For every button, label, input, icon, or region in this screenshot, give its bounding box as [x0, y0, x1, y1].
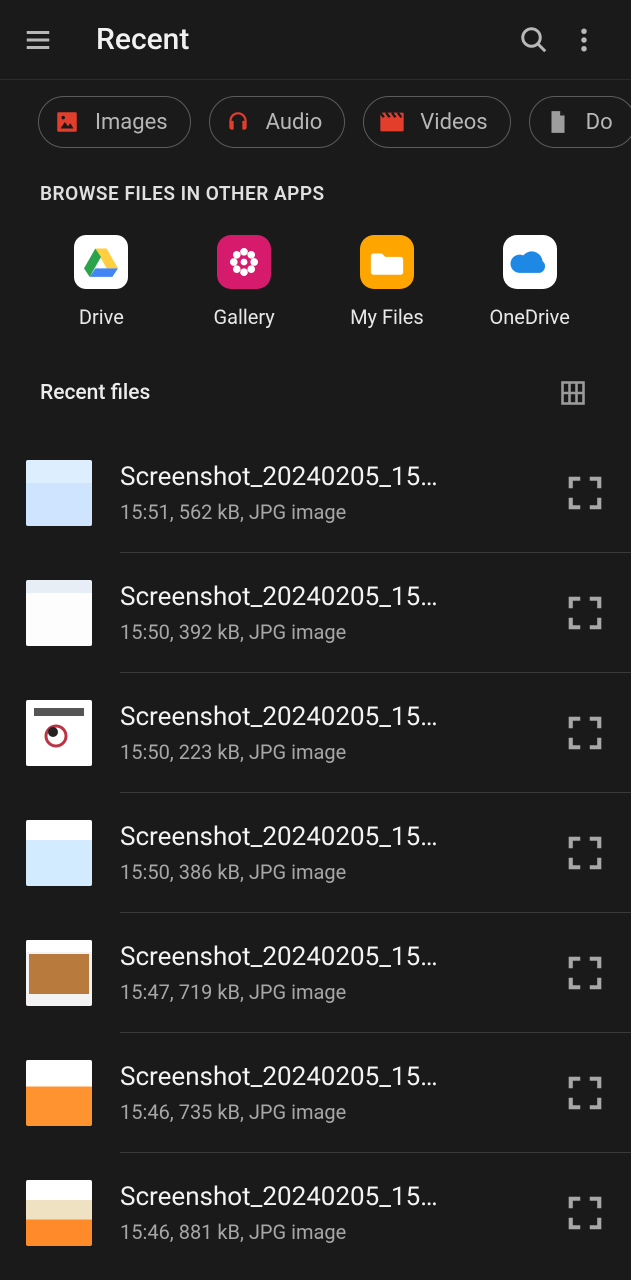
file-row[interactable]: Screenshot_20240205_15… 15:50, 392 kB, J…	[26, 553, 631, 673]
file-row[interactable]: Screenshot_20240205_15… 15:50, 386 kB, J…	[26, 793, 631, 913]
expand-icon	[566, 474, 604, 512]
file-name: Screenshot_20240205_15…	[120, 582, 529, 612]
filter-chip-audio[interactable]: Audio	[209, 96, 346, 148]
document-icon	[544, 108, 572, 136]
file-text: Screenshot_20240205_15… 15:51, 562 kB, J…	[120, 433, 539, 553]
expand-icon	[566, 1194, 604, 1232]
app-label: OneDrive	[489, 305, 569, 329]
app-label: Gallery	[214, 305, 275, 329]
file-meta: 15:46, 735 kB, JPG image	[120, 1100, 529, 1124]
browse-apps-row: Drive Gallery My Files OneDrive	[0, 205, 631, 339]
menu-button[interactable]	[22, 24, 54, 56]
app-bar: Recent	[0, 0, 631, 80]
file-thumbnail	[26, 1060, 92, 1126]
file-thumbnail	[26, 820, 92, 886]
drive-icon	[74, 235, 128, 289]
file-name: Screenshot_20240205_15…	[120, 942, 529, 972]
video-icon	[378, 108, 406, 136]
file-thumbnail	[26, 580, 92, 646]
file-meta: 15:50, 392 kB, JPG image	[120, 620, 529, 644]
file-row[interactable]: Screenshot_20240205_15… 15:51, 562 kB, J…	[26, 433, 631, 553]
filter-chips-row: Images Audio Videos Do	[0, 80, 631, 162]
gallery-icon	[217, 235, 271, 289]
file-meta: 15:50, 386 kB, JPG image	[120, 860, 529, 884]
view-grid-button[interactable]	[555, 375, 591, 411]
file-name: Screenshot_20240205_15…	[120, 822, 529, 852]
headphones-icon	[224, 108, 252, 136]
expand-button[interactable]	[539, 1153, 631, 1273]
app-item-onedrive[interactable]: OneDrive	[475, 235, 585, 329]
app-item-gallery[interactable]: Gallery	[189, 235, 299, 329]
file-meta: 15:51, 562 kB, JPG image	[120, 500, 529, 524]
app-label: My Files	[350, 305, 424, 329]
app-label: Drive	[79, 305, 124, 329]
filter-chip-documents[interactable]: Do	[529, 96, 631, 148]
file-thumbnail	[26, 460, 92, 526]
file-row[interactable]: Screenshot_20240205_15… 15:47, 719 kB, J…	[26, 913, 631, 1033]
filter-chip-images[interactable]: Images	[38, 96, 191, 148]
app-item-myfiles[interactable]: My Files	[332, 235, 442, 329]
expand-button[interactable]	[539, 1033, 631, 1153]
expand-icon	[566, 834, 604, 872]
file-text: Screenshot_20240205_15… 15:50, 392 kB, J…	[120, 553, 539, 673]
file-list: Screenshot_20240205_15… 15:51, 562 kB, J…	[0, 433, 631, 1273]
filter-chip-label: Audio	[266, 110, 323, 135]
file-thumbnail	[26, 700, 92, 766]
app-item-drive[interactable]: Drive	[46, 235, 156, 329]
file-meta: 15:50, 223 kB, JPG image	[120, 740, 529, 764]
file-text: Screenshot_20240205_15… 15:46, 735 kB, J…	[120, 1033, 539, 1153]
filter-chip-label: Images	[95, 110, 168, 135]
image-icon	[53, 108, 81, 136]
expand-icon	[566, 954, 604, 992]
file-name: Screenshot_20240205_15…	[120, 702, 529, 732]
expand-button[interactable]	[539, 673, 631, 793]
file-text: Screenshot_20240205_15… 15:46, 881 kB, J…	[120, 1153, 539, 1273]
browse-section-label: BROWSE FILES IN OTHER APPS	[0, 162, 631, 205]
search-button[interactable]	[509, 15, 559, 65]
filter-chip-label: Do	[586, 110, 613, 135]
file-row[interactable]: Screenshot_20240205_15… 15:46, 735 kB, J…	[26, 1033, 631, 1153]
file-text: Screenshot_20240205_15… 15:50, 223 kB, J…	[120, 673, 539, 793]
file-text: Screenshot_20240205_15… 15:47, 719 kB, J…	[120, 913, 539, 1033]
file-meta: 15:46, 881 kB, JPG image	[120, 1220, 529, 1244]
expand-icon	[566, 1074, 604, 1112]
hamburger-icon	[23, 25, 53, 55]
search-icon	[519, 25, 549, 55]
file-thumbnail	[26, 940, 92, 1006]
more-button[interactable]	[559, 15, 609, 65]
expand-button[interactable]	[539, 553, 631, 673]
file-thumbnail	[26, 1180, 92, 1246]
expand-icon	[566, 714, 604, 752]
expand-button[interactable]	[539, 793, 631, 913]
expand-button[interactable]	[539, 433, 631, 553]
file-name: Screenshot_20240205_15…	[120, 1062, 529, 1092]
file-name: Screenshot_20240205_15…	[120, 462, 529, 492]
file-row[interactable]: Screenshot_20240205_15… 15:50, 223 kB, J…	[26, 673, 631, 793]
filter-chip-label: Videos	[420, 110, 487, 135]
file-row[interactable]: Screenshot_20240205_15… 15:46, 881 kB, J…	[26, 1153, 631, 1273]
file-text: Screenshot_20240205_15… 15:50, 386 kB, J…	[120, 793, 539, 913]
recent-files-label: Recent files	[40, 381, 150, 405]
page-title: Recent	[96, 22, 509, 57]
expand-icon	[566, 594, 604, 632]
recent-header: Recent files	[0, 339, 631, 433]
grid-icon	[559, 379, 587, 407]
file-meta: 15:47, 719 kB, JPG image	[120, 980, 529, 1004]
expand-button[interactable]	[539, 913, 631, 1033]
myfiles-icon	[360, 235, 414, 289]
filter-chip-videos[interactable]: Videos	[363, 96, 510, 148]
file-name: Screenshot_20240205_15…	[120, 1182, 529, 1212]
more-vert-icon	[569, 25, 599, 55]
onedrive-icon	[503, 235, 557, 289]
